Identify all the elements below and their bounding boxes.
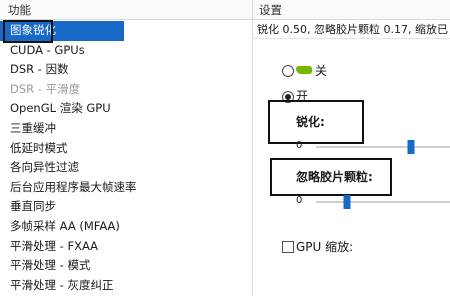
grain-label: 忽略胶片颗粒:	[296, 170, 373, 184]
feature-item[interactable]: 平滑处理 - 模式	[0, 256, 252, 276]
sharpen-slider[interactable]	[316, 140, 450, 154]
grain-min-label: 0	[296, 195, 303, 206]
feature-item[interactable]: 低延时模式	[0, 139, 252, 159]
gpu-scaling-label: GPU 缩放:	[296, 240, 354, 254]
grain-slider[interactable]	[316, 195, 450, 209]
sharpen-min-label: 0	[296, 140, 303, 151]
sharpen-label: 锐化:	[296, 115, 325, 129]
feature-item[interactable]: 垂直同步	[0, 197, 252, 217]
feature-item[interactable]: 各向异性过滤	[0, 158, 252, 178]
nvidia-eye-icon	[296, 66, 312, 74]
feature-list: 图象锐化 CUDA - GPUs DSR - 因数 DSR - 平滑度 OpenGL 渲…	[0, 21, 252, 295]
feature-item[interactable]: 后台应用程序最大帧速率	[0, 178, 252, 198]
feature-item[interactable]: OpenGL 渲染 GPU	[0, 99, 252, 119]
radio-off[interactable]	[282, 65, 294, 77]
feature-item[interactable]: DSR - 平滑度	[0, 80, 252, 100]
features-column-header: 功能	[0, 0, 252, 20]
settings-summary: 锐化 0.50, 忽略胶片颗粒 0.17, 缩放已	[253, 21, 450, 39]
feature-item[interactable]: 平滑处理 - 灰度纠正	[0, 276, 252, 296]
feature-item[interactable]: CUDA - GPUs	[0, 41, 252, 61]
feature-item[interactable]: 多帧采样 AA (MFAA)	[0, 217, 252, 237]
sharpen-slider-thumb[interactable]	[407, 140, 415, 154]
highlight-box-selected-feature	[3, 20, 53, 43]
feature-item[interactable]: 平滑处理 - FXAA	[0, 237, 252, 257]
feature-item[interactable]: DSR - 因数	[0, 60, 252, 80]
grain-slider-track	[316, 201, 450, 203]
sharpen-slider-track	[316, 146, 450, 148]
gpu-scaling-checkbox[interactable]	[282, 241, 294, 253]
grain-slider-thumb[interactable]	[343, 195, 351, 209]
radio-off-label: 关	[315, 64, 328, 78]
settings-column-header: 设置	[253, 0, 450, 20]
feature-item[interactable]: 三重缓冲	[0, 119, 252, 139]
column-divider[interactable]	[252, 0, 253, 296]
